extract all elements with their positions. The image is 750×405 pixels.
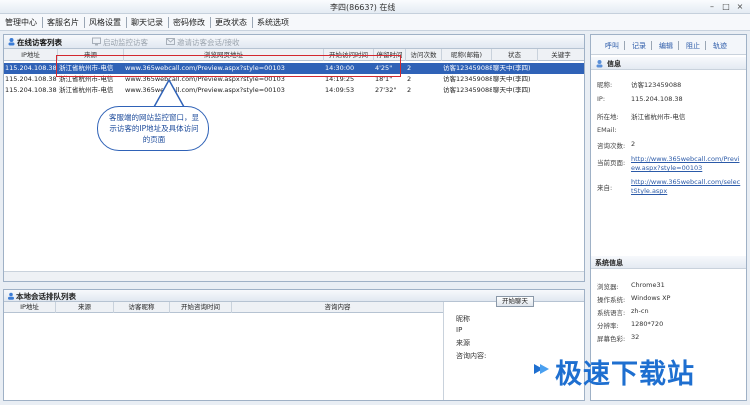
title-bar: 李四(8663?) 在线 – □ × — [0, 0, 750, 14]
browser-value: Chrome31 — [631, 281, 665, 289]
menu-options[interactable]: 系统选项 — [257, 17, 289, 28]
ip-label: IP: — [597, 95, 606, 103]
lang-value: zh-cn — [631, 307, 649, 315]
watermark-text: 极速下载站 — [555, 359, 695, 390]
action-tabs: 呼叫 记录 编辑 阻止 轨迹 — [591, 35, 746, 55]
tab-track[interactable]: 轨迹 — [713, 41, 727, 51]
queue-icon — [8, 292, 14, 300]
color-value: 32 — [631, 333, 640, 341]
resolution-value: 1280*720 — [631, 320, 664, 328]
highlight-box — [56, 55, 401, 77]
callout-text: 客服端的网站监控窗口，显示访客的IP地址及具体访问的页面 — [109, 113, 199, 144]
users-icon — [8, 38, 15, 46]
queue-panel: 本地会话排队列表 IP地址 来源 访客昵称 开始咨询时间 咨询内容 开始聊天 昵… — [3, 289, 585, 401]
window-title: 李四(8663?) 在线 — [330, 3, 396, 12]
browser-label: 浏览器: — [597, 283, 619, 291]
invite-icon — [166, 38, 175, 45]
visits-value: 2 — [631, 140, 636, 148]
queue-content-label: 咨询内容: — [456, 352, 487, 360]
col-status[interactable]: 状态 — [492, 49, 538, 61]
from-link[interactable]: http://www.365webcall.com/selectStyle.as… — [631, 178, 741, 196]
tab-record[interactable]: 记录 — [632, 41, 646, 51]
menu-card[interactable]: 客服名片 — [47, 17, 79, 28]
visitor-monitor-panel: 在线访客列表 启动监控访客 邀请访客会话/接收 IP地址 来源 浏览网页地址 开… — [3, 34, 585, 282]
tab-block[interactable]: 阻止 — [686, 41, 700, 51]
queue-col-nick[interactable]: 访客昵称 — [114, 302, 170, 313]
queue-col-time[interactable]: 开始咨询时间 — [170, 302, 232, 313]
close-icon[interactable]: × — [734, 1, 746, 12]
queue-source-label: 来源 — [456, 339, 470, 347]
queue-col-source[interactable]: 来源 — [56, 302, 114, 313]
menu-password[interactable]: 密码修改 — [173, 17, 205, 28]
email-label: EMail: — [597, 126, 617, 134]
table-row[interactable]: 115.204.108.38 浙江省杭州市-电信 www.365webcall.… — [4, 85, 584, 96]
ip-value: 115.204.108.38 — [631, 95, 683, 103]
tab-edit[interactable]: 编辑 — [659, 41, 673, 51]
from-label: 来自: — [597, 184, 613, 192]
nick-label: 昵称: — [597, 81, 613, 89]
page-label: 当前页面: — [597, 159, 626, 167]
col-visits[interactable]: 访问次数 — [406, 49, 442, 61]
callout-bubble: 客服端的网站监控窗口，显示访客的IP地址及具体访问的页面 — [97, 106, 209, 151]
invite-button[interactable]: 邀请访客会话/接收 — [177, 37, 240, 48]
system-section-header: 系统信息 — [591, 256, 746, 269]
location-value: 浙江省杭州市-电信 — [631, 113, 686, 121]
queue-nick-label: 昵称 — [456, 315, 470, 323]
queue-table-header: IP地址 来源 访客昵称 开始咨询时间 咨询内容 — [4, 302, 444, 313]
menu-chat-log[interactable]: 聊天记录 — [131, 17, 163, 28]
watermark-logo-icon — [534, 364, 549, 374]
location-label: 所在地: — [597, 113, 619, 121]
horizontal-scrollbar[interactable] — [4, 271, 584, 281]
start-monitor-button[interactable]: 启动监控访客 — [103, 37, 148, 48]
queue-col-ip[interactable]: IP地址 — [4, 302, 56, 313]
monitor-icon — [92, 37, 101, 46]
queue-col-content[interactable]: 咨询内容 — [232, 302, 444, 313]
maximize-icon[interactable]: □ — [720, 1, 732, 12]
info-section-header: 信息 — [591, 57, 746, 70]
col-keyword[interactable]: 关键字 — [538, 49, 584, 61]
os-value: Windows XP — [631, 294, 671, 302]
start-chat-button[interactable]: 开始聊天 — [496, 296, 534, 307]
lang-label: 系统语言: — [597, 309, 626, 317]
info-user-icon — [596, 60, 603, 68]
visits-label: 咨询次数: — [597, 142, 626, 150]
queue-table[interactable] — [4, 313, 444, 400]
page-link[interactable]: http://www.365webcall.com/Preview.aspx?s… — [631, 155, 741, 173]
color-label: 屏幕色彩: — [597, 335, 626, 343]
tab-online-visitors[interactable]: 在线访客列表 — [17, 37, 62, 48]
col-ip[interactable]: IP地址 — [4, 49, 58, 61]
menu-bar: 管理中心 客服名片 风格设置 聊天记录 密码修改 更改状态 系统选项 — [0, 14, 750, 31]
nick-value: 访客123459088 — [631, 81, 682, 89]
minimize-icon[interactable]: – — [706, 1, 718, 12]
tab-call[interactable]: 呼叫 — [605, 41, 619, 51]
menu-admin[interactable]: 管理中心 — [5, 17, 37, 28]
menu-status[interactable]: 更改状态 — [215, 17, 247, 28]
col-nick[interactable]: 昵称(邮箱) — [442, 49, 492, 61]
os-label: 操作系统: — [597, 296, 626, 304]
app-window: 李四(8663?) 在线 – □ × 管理中心 客服名片 风格设置 聊天记录 密… — [0, 0, 750, 405]
visitor-info-panel: 呼叫 记录 编辑 阻止 轨迹 信息 昵称: 访客123459088 IP: 11… — [590, 34, 747, 401]
resolution-label: 分辨率: — [597, 322, 619, 330]
menu-style[interactable]: 风格设置 — [89, 17, 121, 28]
visitor-toolbar: 在线访客列表 启动监控访客 邀请访客会话/接收 — [4, 35, 584, 49]
queue-ip-label: IP — [456, 326, 463, 334]
